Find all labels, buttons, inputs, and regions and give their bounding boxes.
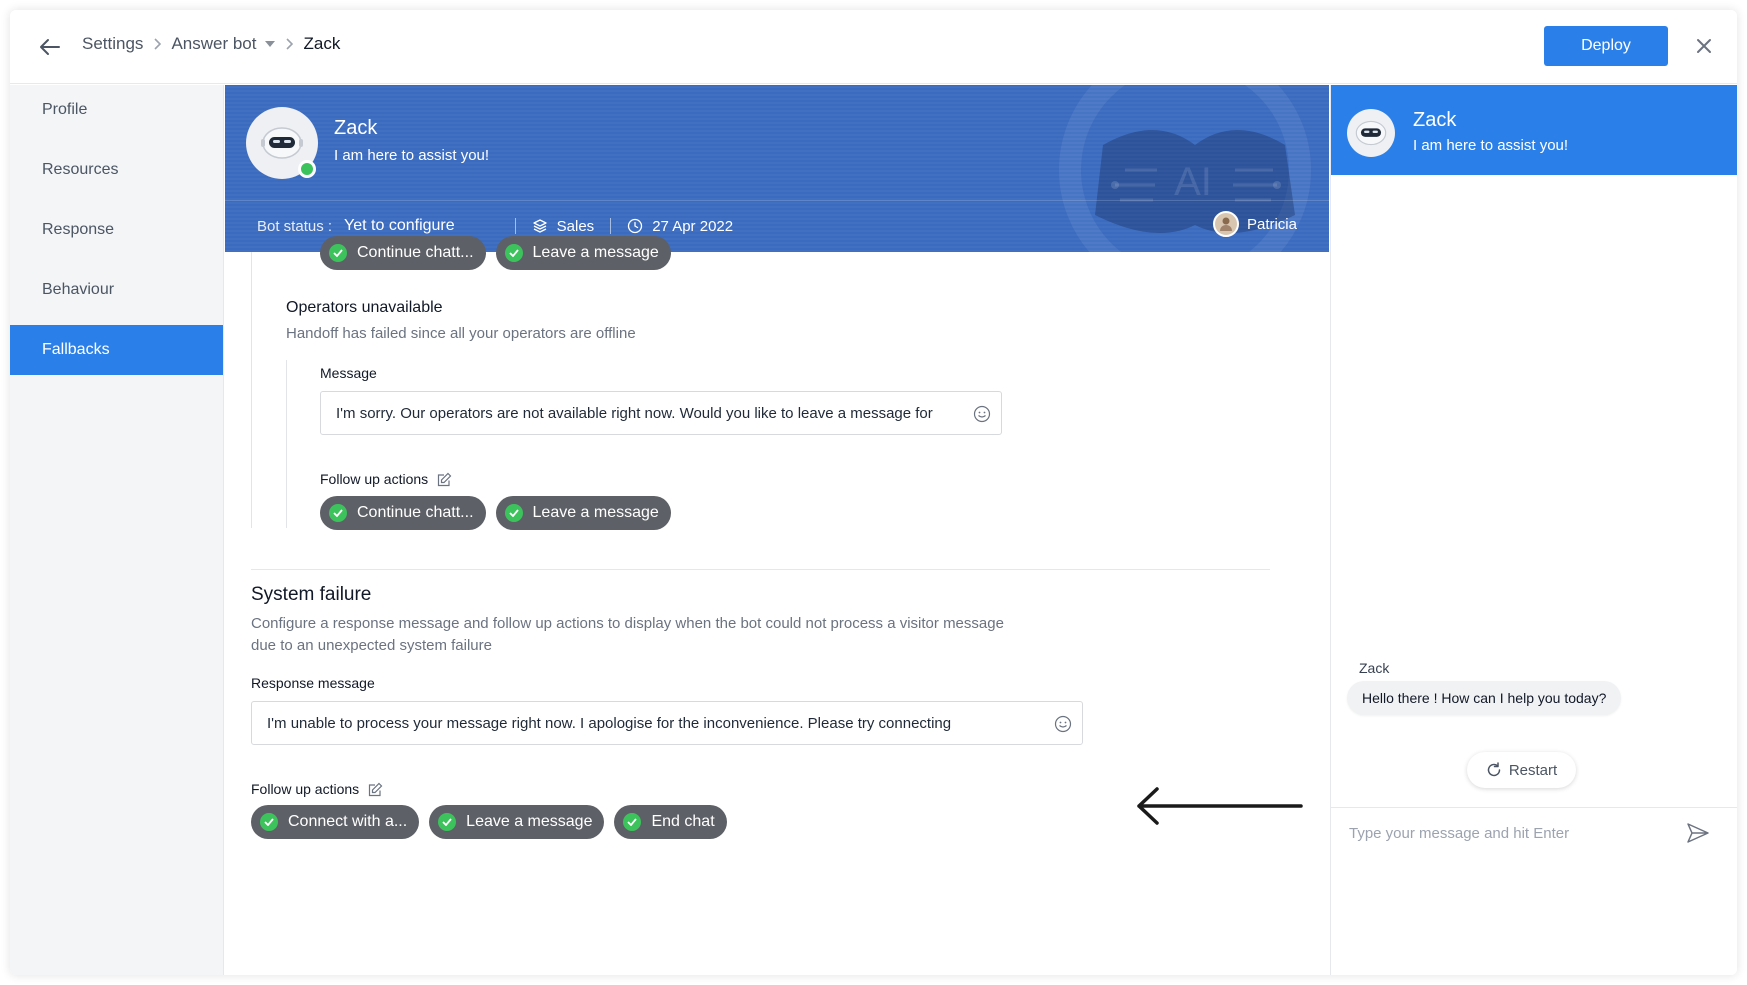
section-divider	[251, 569, 1270, 570]
chevron-right-icon	[285, 38, 294, 50]
message-input[interactable]	[1349, 818, 1669, 848]
send-icon[interactable]	[1686, 822, 1710, 844]
owner-avatar	[1212, 211, 1239, 237]
operators-unavailable-title: Operators unavailable	[286, 299, 443, 316]
system-failure-description-line1: Configure a response message and follow …	[251, 615, 1004, 632]
online-status-dot	[298, 160, 316, 178]
back-arrow-icon[interactable]	[38, 36, 62, 58]
operators-unavailable-description: Handoff has failed since all your operat…	[286, 325, 636, 342]
chat-preview-panel: Zack I am here to assist you! Zack Hello…	[1330, 85, 1737, 975]
edit-icon[interactable]	[368, 782, 383, 797]
main-panel: AI Zack I am here to assist you! Bot sta…	[225, 85, 1329, 975]
restart-label: Restart	[1508, 761, 1558, 779]
chip-end-chat[interactable]: End chat	[614, 805, 727, 839]
sidebar-item-response[interactable]: Response	[10, 205, 223, 255]
breadcrumb: Settings Answer bot Zack	[82, 34, 340, 54]
deploy-button[interactable]: Deploy	[1544, 26, 1668, 66]
breadcrumb-answer-bot-label: Answer bot	[171, 34, 257, 53]
emoji-icon[interactable]	[1054, 715, 1072, 733]
follow-up-label: Follow up actions	[251, 781, 360, 797]
ai-illustration-text: AI	[1174, 160, 1212, 204]
message-sender: Zack	[1359, 660, 1390, 676]
response-message-value: I'm unable to process your message right…	[267, 714, 952, 732]
sidebar-item-profile[interactable]: Profile	[10, 85, 223, 135]
previous-follow-up-chips: Continue chatt... Leave a message	[320, 236, 681, 270]
check-icon	[329, 504, 347, 522]
check-icon	[504, 504, 523, 522]
chip-leave-message[interactable]: Leave a message	[429, 805, 605, 839]
check-icon	[260, 813, 278, 831]
arrow-left-icon	[1137, 787, 1303, 825]
bot-name: Zack	[334, 117, 378, 139]
settings-sidebar: Profile Resources Response Behaviour Fal…	[10, 85, 224, 975]
bot-message-bubble: Hello there ! How can I help you today?	[1347, 681, 1622, 715]
caret-down-icon	[265, 41, 276, 47]
owner-name: Patricia	[1246, 215, 1297, 233]
operators-message-field[interactable]: I'm sorry. Our operators are not availab…	[320, 391, 1002, 435]
response-message-field[interactable]: I'm unable to process your message right…	[251, 701, 1083, 745]
bot-tagline: I am here to assist you!	[334, 147, 490, 164]
sidebar-item-resources[interactable]: Resources	[10, 145, 223, 195]
operators-message-value: I'm sorry. Our operators are not availab…	[336, 404, 933, 422]
follow-up-label: Follow up actions	[320, 471, 429, 487]
check-icon	[623, 813, 642, 831]
bot-owner[interactable]: Patricia	[1212, 211, 1297, 237]
sidebar-item-behaviour[interactable]: Behaviour	[10, 265, 223, 315]
chevron-right-icon	[153, 38, 162, 50]
preview-bot-avatar	[1347, 109, 1395, 157]
refresh-icon	[1487, 762, 1501, 777]
app-window: Settings Answer bot Zack Deploy Profile …	[10, 10, 1737, 975]
preview-bot-tagline: I am here to assist you!	[1413, 137, 1569, 154]
breadcrumb-answer-bot[interactable]: Answer bot	[171, 34, 276, 54]
close-icon[interactable]	[1692, 34, 1716, 58]
message-label: Message	[320, 365, 377, 381]
check-icon	[329, 244, 347, 262]
layers-icon	[532, 218, 548, 234]
operators-follow-up-chips: Continue chatt... Leave a message	[320, 496, 681, 530]
system-failure-description-line2: due to an unexpected system failure	[251, 637, 492, 654]
edit-icon[interactable]	[437, 472, 452, 487]
bot-department: Sales	[556, 217, 595, 235]
system-failure-follow-up-header: Follow up actions	[251, 781, 383, 797]
top-bar: Settings Answer bot Zack Deploy	[10, 10, 1737, 84]
breadcrumb-settings[interactable]: Settings	[82, 34, 143, 54]
check-icon	[504, 244, 523, 262]
preview-bot-name: Zack	[1413, 109, 1457, 131]
chip-leave-message[interactable]: Leave a message	[495, 496, 671, 530]
chip-continue-chat[interactable]: Continue chatt...	[320, 236, 486, 270]
response-message-label: Response message	[251, 675, 375, 691]
robot-icon	[1355, 120, 1387, 146]
robot-icon	[261, 127, 303, 159]
bot-status-label: Bot status :	[257, 217, 333, 235]
bot-header: AI Zack I am here to assist you! Bot sta…	[225, 85, 1329, 252]
message-composer	[1331, 807, 1737, 975]
check-icon	[438, 813, 457, 831]
chip-leave-message[interactable]: Leave a message	[495, 236, 671, 270]
system-failure-follow-up-chips: Connect with a... Leave a message End ch…	[251, 805, 737, 839]
operators-follow-up-header: Follow up actions	[320, 471, 452, 487]
preview-header: Zack I am here to assist you!	[1331, 85, 1737, 175]
emoji-icon[interactable]	[973, 405, 991, 423]
clock-icon	[627, 218, 643, 234]
chip-connect-with-agent[interactable]: Connect with a...	[251, 805, 420, 839]
system-failure-title: System failure	[251, 584, 372, 605]
bot-created-date: 27 Apr 2022	[652, 217, 734, 235]
bot-status-value: Yet to configure	[344, 217, 455, 234]
breadcrumb-current: Zack	[303, 34, 341, 53]
restart-button[interactable]: Restart	[1467, 752, 1576, 788]
chip-continue-chat[interactable]: Continue chatt...	[320, 496, 486, 530]
sidebar-item-fallbacks[interactable]: Fallbacks	[10, 325, 223, 375]
